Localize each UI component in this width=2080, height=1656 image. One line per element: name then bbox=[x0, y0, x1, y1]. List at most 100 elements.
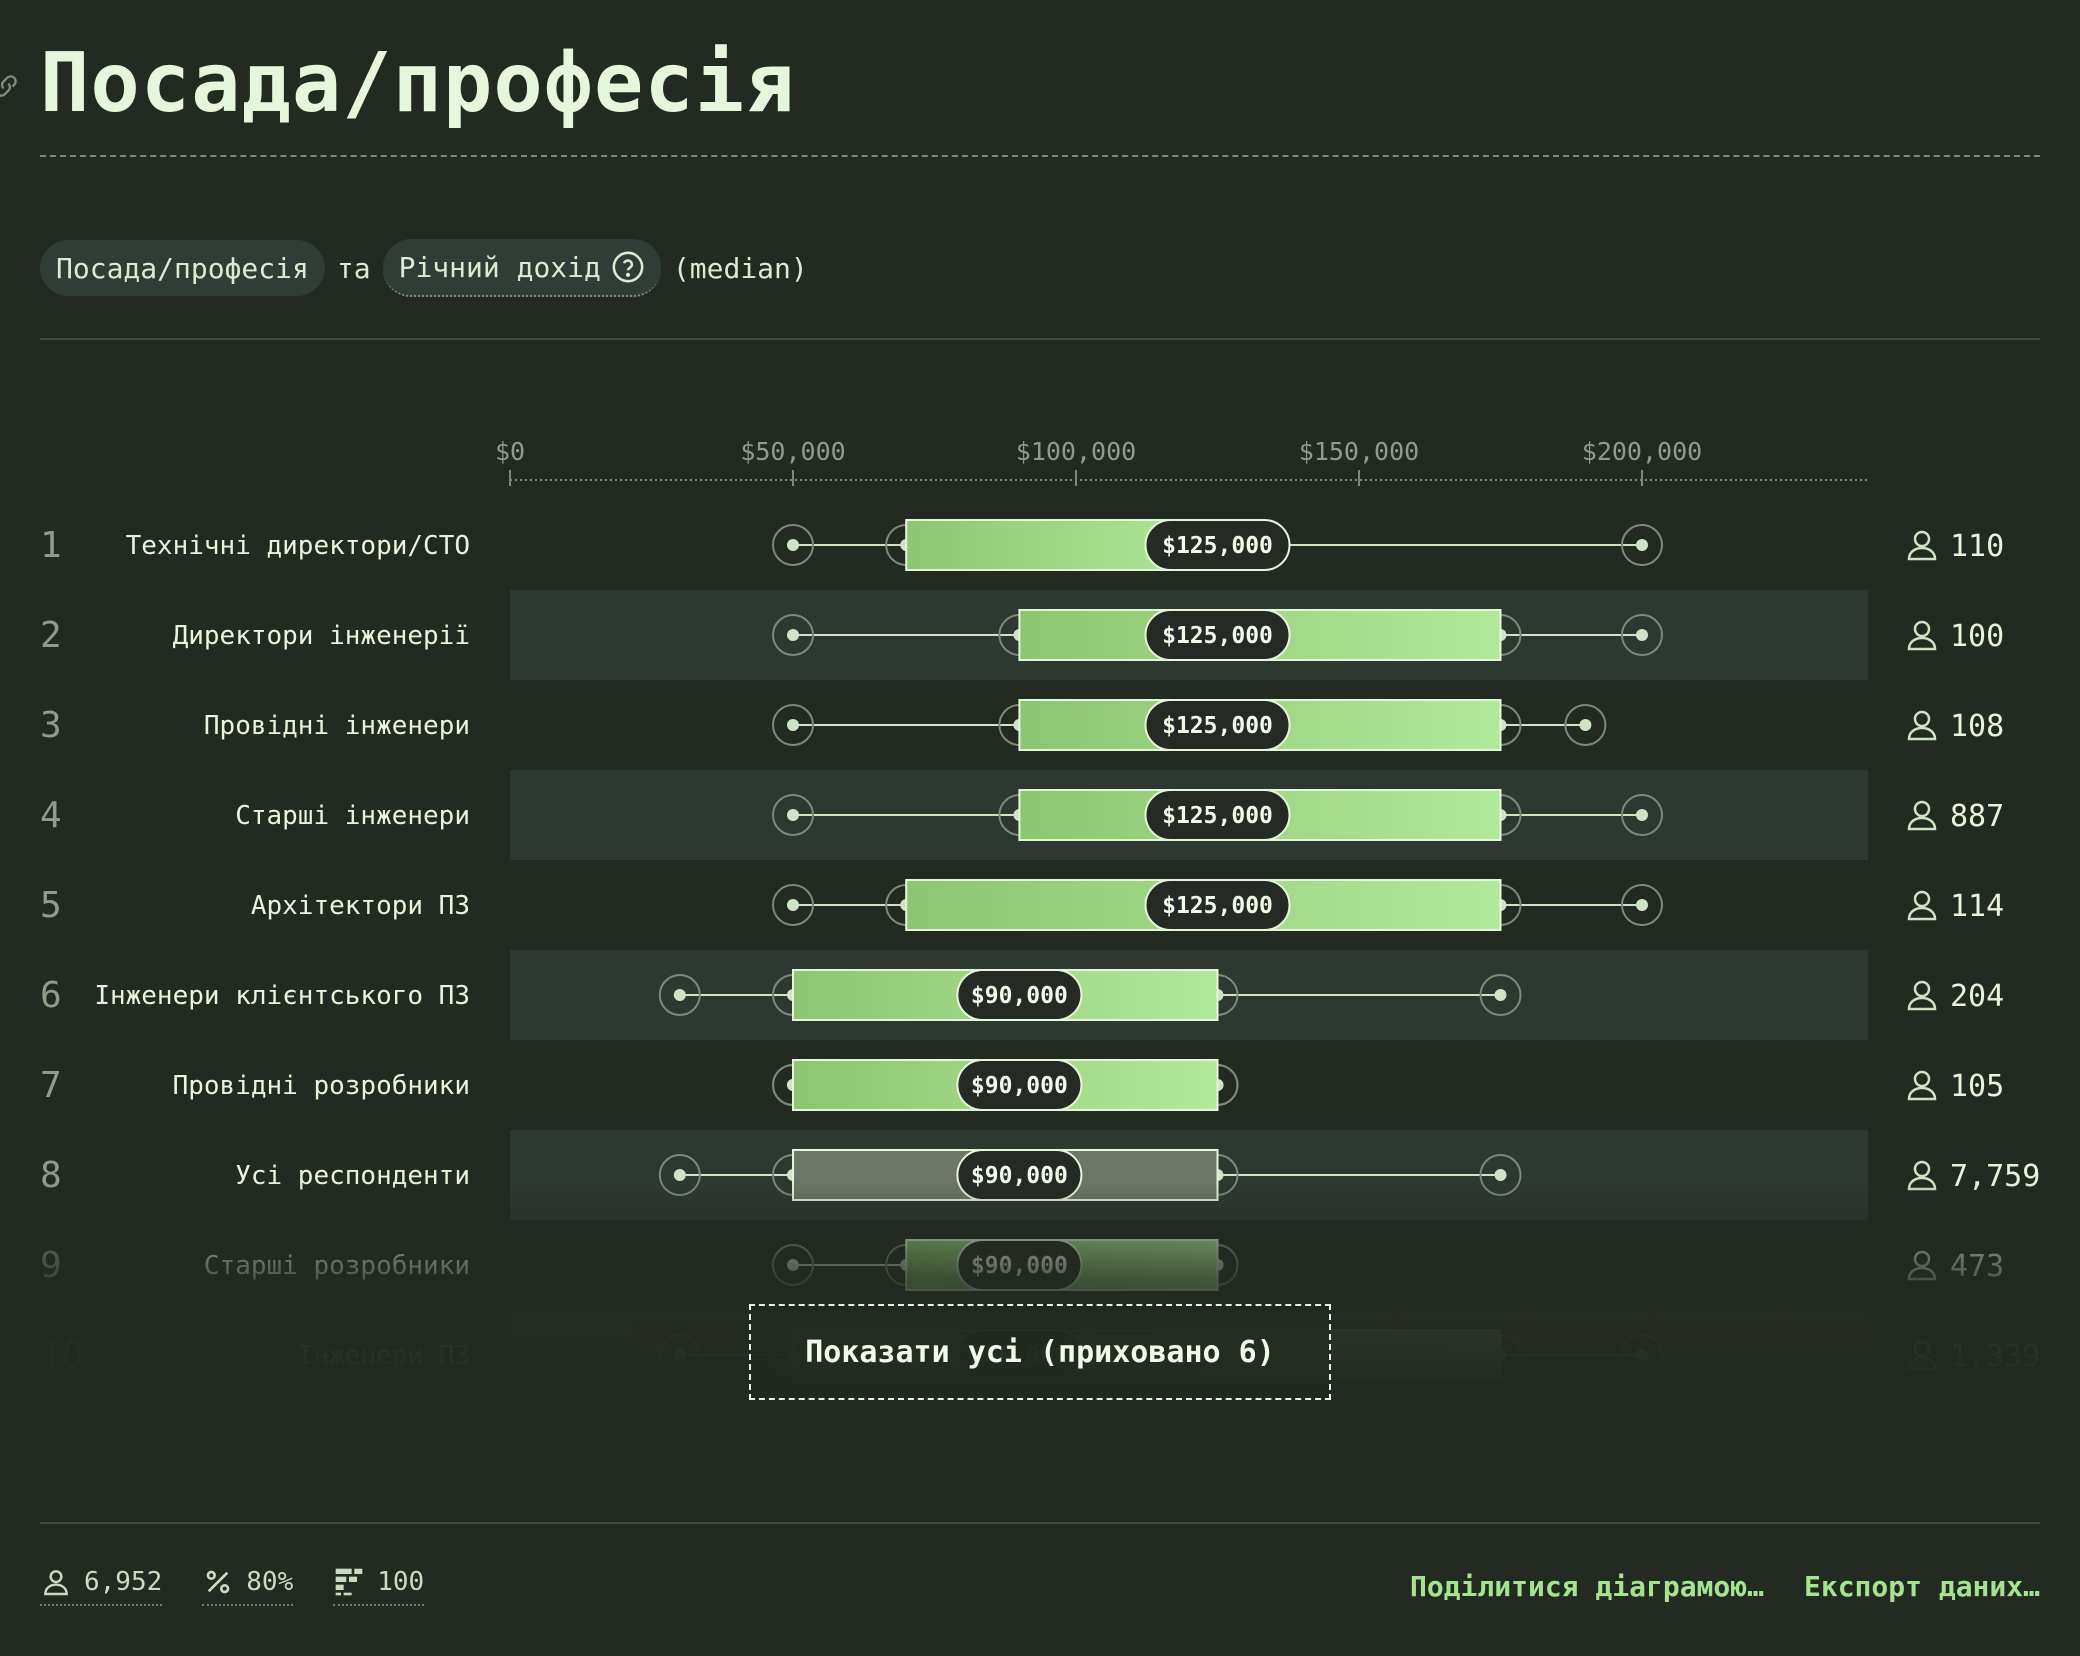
person-icon-head bbox=[1913, 620, 1931, 638]
x-tick-label: $150,000 bbox=[1299, 437, 1419, 466]
whisker-end-dot bbox=[1636, 899, 1648, 911]
whisker-end-dot bbox=[787, 899, 799, 911]
person-icon bbox=[1907, 710, 1937, 741]
show-all-button[interactable]: Показати усі (приховано 6) bbox=[749, 1304, 1331, 1400]
whisker-end-dot bbox=[1636, 539, 1648, 551]
query-bar: Посада/професія та Річний дохід (median) bbox=[40, 239, 808, 297]
whisker-end-dot bbox=[1579, 719, 1592, 731]
whisker-end-dot bbox=[787, 809, 799, 821]
field-chip[interactable]: Посада/професія bbox=[40, 240, 325, 296]
limit-value: 100 bbox=[377, 1567, 425, 1597]
bars-icon bbox=[335, 1568, 363, 1596]
footer-divider bbox=[40, 1522, 2040, 1524]
row-rank: 3 bbox=[40, 705, 62, 746]
person-icon-head bbox=[1913, 980, 1931, 998]
footer-stats: 6,952 80% 100 bbox=[40, 1566, 425, 1606]
export-data-link[interactable]: Експорт даних… bbox=[1804, 1570, 2040, 1603]
share-chart-link[interactable]: Поділитися діаграмою… bbox=[1410, 1570, 1764, 1603]
x-tick-label: $200,000 bbox=[1582, 437, 1702, 466]
person-icon-head bbox=[1913, 710, 1931, 728]
row-rank: 1 bbox=[40, 525, 62, 566]
row-label: Технічні директори/CTO bbox=[126, 531, 470, 561]
footer-actions: Поділитися діаграмою… Експорт даних… bbox=[1410, 1570, 2040, 1603]
aggregate-label: (median) bbox=[672, 251, 808, 285]
title-divider bbox=[40, 155, 2040, 157]
person-icon-body bbox=[1907, 1086, 1937, 1101]
median-label: $125,000 bbox=[1162, 713, 1273, 739]
section-divider bbox=[40, 338, 2040, 340]
row-count: 105 bbox=[1950, 1069, 2004, 1104]
row-rank: 5 bbox=[40, 885, 62, 926]
whisker-end-dot bbox=[787, 629, 799, 641]
person-icon bbox=[1907, 1070, 1937, 1101]
row-label: Директори інженерії bbox=[173, 621, 470, 651]
person-icon-body bbox=[1907, 726, 1937, 741]
link-icon[interactable] bbox=[0, 72, 20, 100]
chart-row: 2 Директори інженерії $125,000 100 bbox=[40, 590, 2004, 680]
row-label: Провідні розробники bbox=[173, 1071, 470, 1101]
person-icon bbox=[1907, 800, 1937, 831]
row-count: 108 bbox=[1950, 709, 2004, 744]
person-icon-head bbox=[1913, 530, 1931, 548]
row-count: 114 bbox=[1950, 889, 2004, 924]
person-icon-body bbox=[1907, 636, 1937, 651]
percent-value: 80% bbox=[246, 1567, 294, 1597]
chart-row: 1 Технічні директори/CTO $125,000 110 bbox=[40, 519, 2004, 571]
row-count: 110 bbox=[1950, 529, 2004, 564]
row-rank: 7 bbox=[40, 1065, 62, 1106]
median-label: $125,000 bbox=[1162, 533, 1273, 559]
question-icon[interactable] bbox=[611, 250, 645, 284]
respondents-stat[interactable]: 6,952 bbox=[40, 1566, 163, 1606]
whisker-end-dot bbox=[787, 719, 799, 731]
x-tick-label: $50,000 bbox=[740, 437, 845, 466]
person-icon-head bbox=[1913, 890, 1931, 908]
person-icon bbox=[1907, 980, 1937, 1011]
person-icon bbox=[1907, 890, 1937, 921]
row-rank: 4 bbox=[40, 795, 62, 836]
row-rank: 2 bbox=[40, 615, 62, 656]
person-icon-head bbox=[1913, 1070, 1931, 1088]
person-icon-body bbox=[1907, 906, 1937, 921]
person-icon-body bbox=[1907, 996, 1937, 1011]
person-icon-head bbox=[1913, 1160, 1931, 1178]
whisker-end-dot bbox=[1494, 989, 1507, 1001]
median-label: $90,000 bbox=[971, 1073, 1068, 1099]
whisker-end-dot bbox=[673, 989, 686, 1001]
row-label: Інженери клієнтського ПЗ bbox=[94, 981, 470, 1011]
row-label: Старші інженери bbox=[235, 801, 470, 831]
limit-stat[interactable]: 100 bbox=[333, 1566, 425, 1606]
row-label: Архітектори ПЗ bbox=[251, 891, 470, 921]
person-icon-body bbox=[1907, 546, 1937, 561]
whisker-end-dot bbox=[1636, 629, 1648, 641]
row-count: 204 bbox=[1950, 979, 2004, 1014]
whisker-end-dot bbox=[787, 539, 799, 551]
median-label: $125,000 bbox=[1162, 803, 1273, 829]
metric-chip[interactable]: Річний дохід bbox=[382, 239, 661, 297]
percent-icon bbox=[206, 1570, 230, 1594]
field-chip-label: Посада/професія bbox=[56, 251, 309, 285]
row-count: 100 bbox=[1950, 619, 2004, 654]
query-connector: та bbox=[336, 251, 371, 285]
person-icon-head bbox=[1913, 800, 1931, 818]
median-label: $125,000 bbox=[1162, 623, 1273, 649]
respondents-count: 6,952 bbox=[84, 1567, 163, 1597]
median-label: $125,000 bbox=[1162, 893, 1273, 919]
person-icon bbox=[1907, 620, 1937, 651]
chart-row: 6 Інженери клієнтського ПЗ $90,000 204 bbox=[40, 950, 2004, 1040]
whisker-end-dot bbox=[1636, 809, 1648, 821]
chart-row: 5 Архітектори ПЗ $125,000 114 bbox=[40, 879, 2004, 931]
person-icon bbox=[1907, 530, 1937, 561]
row-count: 887 bbox=[1950, 799, 2004, 834]
row-label: Провідні інженери bbox=[204, 711, 470, 741]
page-title: Посада/професія bbox=[40, 36, 796, 131]
metric-chip-label: Річний дохід bbox=[398, 250, 601, 284]
row-rank: 6 bbox=[40, 975, 62, 1016]
percent-stat[interactable]: 80% bbox=[202, 1566, 294, 1606]
person-icon bbox=[44, 1570, 68, 1596]
chart-row: 4 Старші інженери $125,000 887 bbox=[40, 770, 2004, 860]
x-tick-label: $0 bbox=[495, 437, 525, 466]
x-tick-label: $100,000 bbox=[1016, 437, 1136, 466]
chart-row: 3 Провідні інженери $125,000 108 bbox=[40, 699, 2004, 751]
median-label: $90,000 bbox=[971, 983, 1068, 1009]
chart-row: 7 Провідні розробники $90,000 105 bbox=[40, 1059, 2004, 1111]
